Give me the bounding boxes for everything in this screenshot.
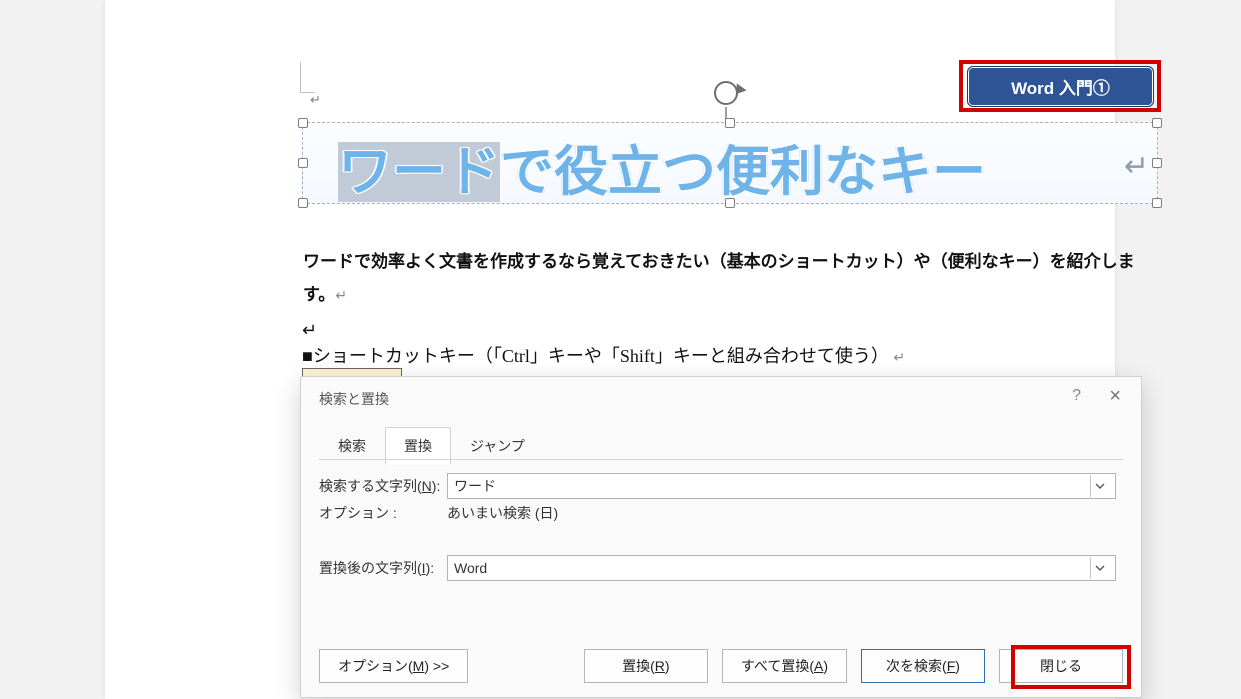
options-row: オプション : あいまい検索 (日) bbox=[319, 503, 558, 523]
options-button[interactable]: オプション(M) >> bbox=[319, 649, 468, 683]
dialog-title: 検索と置換 bbox=[319, 389, 389, 409]
section-heading-text: ■ショートカットキー（「Ctrl」キーや「Shift」キーと組み合わせて使う） bbox=[302, 346, 889, 366]
dialog-button-bar: オプション(M) >> 置換(R) すべて置換(A) 次を検索(F) 閉じる bbox=[319, 649, 1123, 683]
replace-input[interactable]: Word bbox=[447, 555, 1116, 581]
chevron-down-icon[interactable] bbox=[1090, 557, 1109, 579]
intro-paragraph[interactable]: ワードで効率よく文書を作成するなら覚えておきたい（基本のショートカット）や（便利… bbox=[303, 245, 1153, 311]
close-button[interactable]: 閉じる bbox=[999, 649, 1123, 683]
tab-underline bbox=[319, 459, 1123, 460]
paragraph-mark: ↵ bbox=[1124, 149, 1149, 184]
replace-input-value: Word bbox=[454, 560, 487, 576]
title-text[interactable]: ワードで役立つ便利なキー bbox=[338, 127, 986, 206]
resize-handle[interactable] bbox=[298, 118, 308, 128]
rotate-handle-icon[interactable] bbox=[713, 80, 739, 106]
resize-handle[interactable] bbox=[1152, 118, 1162, 128]
close-icon[interactable]: × bbox=[1109, 385, 1121, 408]
paragraph-mark: ↵ bbox=[335, 289, 347, 304]
replace-button[interactable]: 置換(R) bbox=[584, 649, 708, 683]
viewport: ↵ Word 入門① ワードで役立つ便利なキー ↵ ワードで効率よく文書を作成す… bbox=[0, 0, 1241, 699]
section-heading-shortcut[interactable]: ■ショートカットキー（「Ctrl」キーや「Shift」キーと組み合わせて使う） … bbox=[302, 342, 1152, 368]
paragraph-mark: ↵ bbox=[310, 92, 321, 108]
replace-all-button[interactable]: すべて置換(A) bbox=[722, 649, 847, 683]
options-label: オプション : bbox=[319, 503, 447, 523]
title-text-selected: ワード bbox=[338, 142, 500, 202]
page-corner-mark bbox=[300, 62, 315, 93]
paragraph-mark: ↵ bbox=[893, 351, 905, 366]
options-value: あいまい検索 (日) bbox=[447, 503, 558, 523]
resize-handle[interactable] bbox=[1152, 158, 1162, 168]
find-label: 検索する文字列(N): bbox=[319, 476, 447, 496]
find-input-value: ワード bbox=[454, 476, 496, 496]
title-textbox[interactable]: ワードで役立つ便利なキー ↵ bbox=[302, 122, 1158, 204]
resize-handle[interactable] bbox=[1152, 198, 1162, 208]
paragraph-mark: ↵ bbox=[302, 320, 317, 341]
chevron-down-icon[interactable] bbox=[1090, 475, 1109, 497]
resize-handle[interactable] bbox=[298, 158, 308, 168]
find-input[interactable]: ワード bbox=[447, 473, 1116, 499]
find-row: 検索する文字列(N): ワード bbox=[319, 473, 1116, 499]
resize-handle[interactable] bbox=[298, 198, 308, 208]
badge-highlight-box bbox=[959, 60, 1161, 112]
intro-text: ワードで効率よく文書を作成するなら覚えておきたい（基本のショートカット）や（便利… bbox=[303, 252, 1135, 304]
help-icon[interactable]: ? bbox=[1072, 387, 1081, 405]
title-text-rest: で役立つ便利なキー bbox=[500, 142, 986, 202]
replace-label: 置換後の文字列(I): bbox=[319, 558, 447, 578]
find-next-button[interactable]: 次を検索(F) bbox=[861, 649, 985, 683]
replace-row: 置換後の文字列(I): Word bbox=[319, 555, 1116, 581]
find-replace-dialog: 検索と置換 ? × 検索 置換 ジャンプ 検索する文字列(N): ワード オプシ… bbox=[300, 376, 1142, 698]
